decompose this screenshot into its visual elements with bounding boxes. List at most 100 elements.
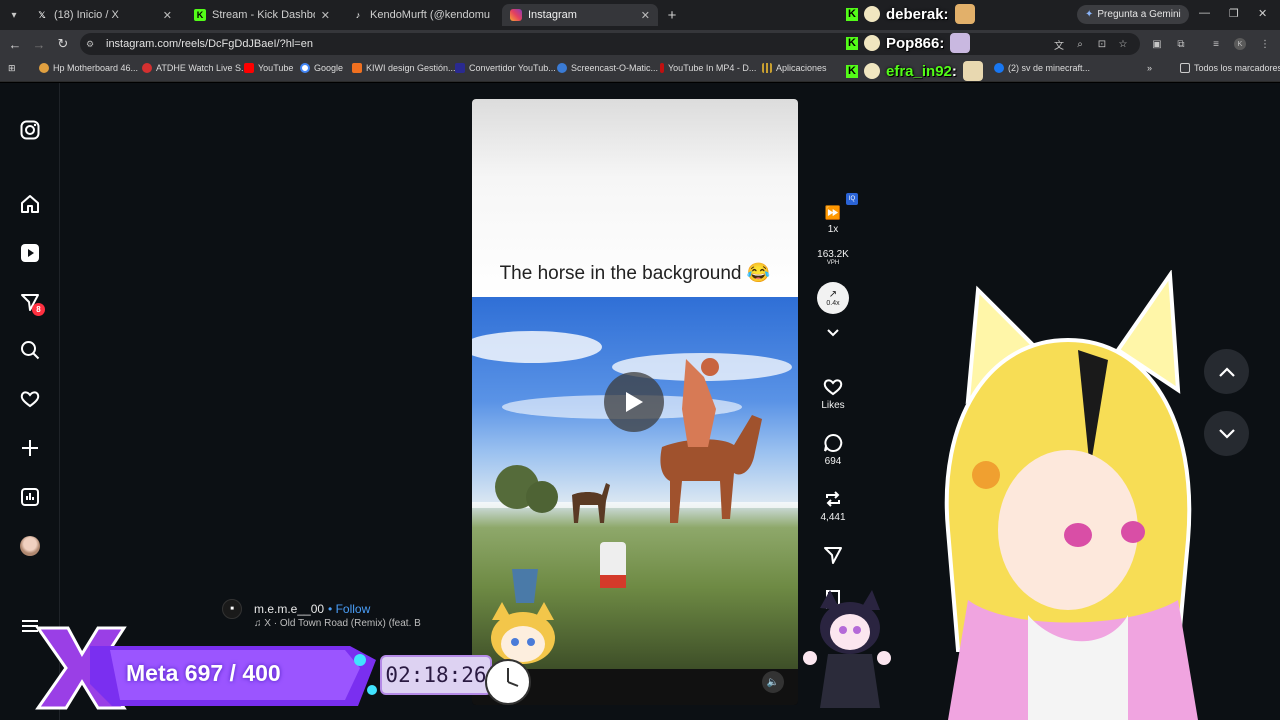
cat-emote-icon [954, 4, 975, 24]
speed-label: 1x [827, 224, 839, 235]
menu-dots-icon[interactable]: ⋮ [1259, 38, 1271, 50]
zoom-icon[interactable]: ⌕ [1074, 38, 1086, 50]
chat-colon: : [939, 34, 945, 52]
gemini-label: Pregunta a Gemini [1097, 9, 1181, 20]
extensions-puzzle-icon[interactable]: ⧉ [1175, 38, 1187, 50]
site-info-icon[interactable]: ⚙ [86, 39, 96, 49]
chat-message: K efra_in92 : [846, 61, 983, 81]
profile-avatar[interactable] [20, 536, 40, 556]
bookmark-item[interactable]: Hp Motherboard 46... [39, 63, 138, 73]
bookmark-item[interactable]: ATDHE Watch Live S... [142, 63, 249, 73]
translate-icon[interactable]: 文 [1053, 38, 1065, 52]
install-app-icon[interactable]: ⊡ [1096, 38, 1108, 50]
media-control-icon[interactable]: ≡ [1210, 38, 1222, 50]
minimize-icon[interactable]: — [1199, 7, 1210, 19]
tab-tiktok[interactable]: ♪ KendoMurft (@kendomurft) | T [344, 4, 498, 26]
reels-icon[interactable] [19, 242, 41, 264]
author-avatar[interactable]: ■ [222, 599, 242, 619]
bookmark-item[interactable]: Convertidor YouTub... [455, 63, 556, 73]
close-tab-icon[interactable]: ✕ [163, 9, 172, 22]
bookmark-item[interactable]: Screencast-O-Matic... [557, 63, 658, 73]
bookmark-item[interactable]: Google [300, 63, 343, 73]
tab-title: (18) Inicio / X [54, 9, 119, 21]
reel-author: ■ m.e.m.e__00 • Follow [222, 599, 370, 619]
close-tab-icon[interactable]: ✕ [321, 9, 330, 22]
volume-icon[interactable]: 🔈 [762, 671, 784, 693]
next-reel-button[interactable] [1204, 411, 1249, 456]
like-button[interactable]: Likes [810, 377, 856, 411]
instagram-logo-icon[interactable] [19, 119, 41, 141]
bookmark-label: YouTube [258, 63, 294, 73]
stream-timer: 02:18:26 [380, 655, 492, 695]
reel-caption: The horse in the background 😂 [499, 263, 771, 284]
bookmark-favicon [39, 63, 49, 73]
comment-icon [824, 433, 843, 452]
tab-kick-dashboard[interactable]: K Stream - Kick Dashboard ✕ [186, 4, 338, 26]
chat-username: efra_in92 [886, 62, 952, 80]
repost-button[interactable]: 4,441 [810, 489, 856, 523]
extension-icon[interactable]: ▣ [1151, 38, 1163, 50]
heart-icon[interactable] [19, 388, 41, 410]
chibi-sticker-image [803, 590, 891, 708]
bookmark-item[interactable]: YouTube In MP4 - D... [660, 63, 756, 73]
tab-instagram[interactable]: Instagram ✕ [502, 4, 658, 26]
chat-colon: : [943, 5, 949, 23]
author-username[interactable]: m.e.m.e__00 [254, 602, 324, 616]
address-bar[interactable]: instagram.com/reels/DcFgDdJBaeI/?hl=en [80, 33, 1140, 55]
bookmark-star-icon[interactable]: ☆ [1117, 38, 1129, 50]
vtuber-avatar-image [944, 270, 1198, 720]
bookmark-label: Google [314, 63, 344, 73]
trend-button[interactable]: ↗ 0.4x [817, 282, 849, 314]
new-tab-button[interactable]: + [663, 6, 681, 24]
tab-title: Instagram [528, 9, 577, 21]
chevron-up-icon [1218, 366, 1235, 377]
bookmark-item[interactable]: Aplicaciones [762, 63, 827, 73]
apps-grid-icon[interactable]: ⊞ [8, 63, 16, 74]
play-button[interactable] [604, 372, 664, 432]
close-window-icon[interactable]: ✕ [1258, 7, 1267, 20]
playback-speed-button[interactable]: ⏩ 1x [810, 205, 856, 235]
forward-arrow-icon[interactable]: → [31, 36, 47, 52]
more-bookmarks-icon[interactable]: » [1147, 63, 1152, 73]
bookmark-label: ATDHE Watch Live S... [156, 63, 249, 73]
profile-avatar-icon[interactable]: K [1234, 38, 1246, 50]
comments-count: 694 [824, 456, 842, 467]
bookmark-label: Screencast-O-Matic... [571, 63, 659, 73]
home-icon[interactable] [19, 193, 41, 215]
cat-emote-icon [962, 61, 983, 81]
address-url: instagram.com/reels/DcFgDdJBaeI/?hl=en [106, 38, 313, 50]
cat-emote-icon [950, 33, 971, 53]
gemini-button[interactable]: ✦ Pregunta a Gemini [1077, 5, 1189, 24]
bookmark-item[interactable]: (2) sv de minecraft... [994, 63, 1090, 73]
vph-value: 163.2K [817, 249, 849, 260]
chevron-down-icon [827, 329, 839, 337]
follow-button[interactable]: • Follow [328, 602, 370, 616]
all-bookmarks-folder[interactable]: Todos los marcadores [1180, 63, 1280, 73]
chat-message: K deberak : [846, 4, 975, 24]
restore-icon[interactable]: ❐ [1229, 7, 1239, 20]
bookmark-label: Todos los marcadores [1194, 63, 1280, 73]
bookmark-label: YouTube In MP4 - D... [668, 63, 757, 73]
reload-icon[interactable]: ↻ [55, 36, 71, 52]
search-icon[interactable] [19, 339, 41, 361]
bookmark-item[interactable]: KIWI design Gestión... [352, 63, 456, 73]
share-button[interactable] [810, 545, 856, 565]
bookmark-label: (2) sv de minecraft... [1008, 63, 1091, 73]
comment-button[interactable]: 694 [810, 433, 856, 467]
apps-icon [762, 63, 772, 73]
browser-tab-bar: ▾ 𝕏 (18) Inicio / X ✕ K Stream - Kick Da… [0, 0, 1280, 30]
vph-label: VPH [826, 260, 840, 266]
bookmark-item[interactable]: YouTube [244, 63, 293, 73]
create-plus-icon[interactable] [19, 437, 41, 459]
tab-x[interactable]: 𝕏 (18) Inicio / X ✕ [28, 4, 180, 26]
trend-value: 0.4x [826, 300, 840, 307]
messages-badge: 8 [32, 303, 45, 316]
back-arrow-icon[interactable]: ← [7, 36, 23, 52]
chevron-down-icon [1218, 428, 1235, 439]
tab-list-button[interactable]: ▾ [4, 5, 24, 25]
stream-goal-text: Meta 697 / 400 [126, 660, 281, 686]
insights-chart-icon[interactable] [19, 486, 41, 508]
previous-reel-button[interactable] [1204, 349, 1249, 394]
close-tab-icon[interactable]: ✕ [641, 9, 650, 22]
more-chevron-button[interactable] [810, 328, 856, 338]
